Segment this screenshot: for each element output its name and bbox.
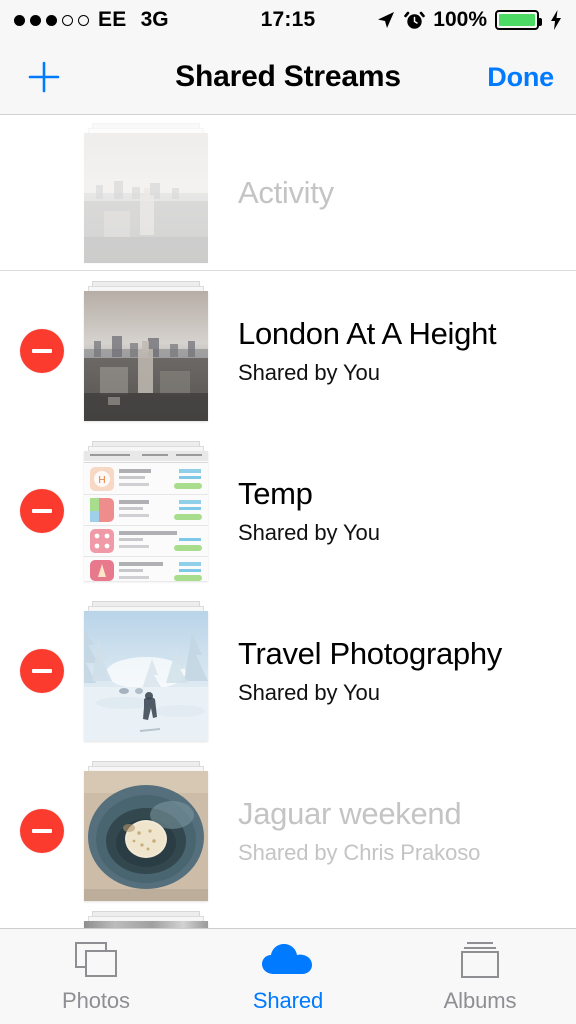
stream-thumbnail: H [84, 441, 208, 581]
list-item[interactable]: Activity [0, 116, 576, 271]
stream-thumbnail [84, 911, 208, 928]
status-bar-right: 100% [376, 8, 562, 32]
delete-stream-button[interactable] [20, 329, 64, 373]
stream-text-block: Activity [238, 175, 334, 212]
list-item[interactable]: H Temp Shared by You [0, 431, 576, 591]
svg-text:H: H [98, 475, 105, 486]
signal-strength-dots [14, 14, 89, 26]
battery-icon [495, 10, 542, 30]
stream-title: Jaguar weekend [238, 795, 462, 831]
cloud-icon [260, 939, 316, 981]
stream-subtitle: Shared by You [238, 360, 380, 386]
tab-photos[interactable]: Photos [0, 929, 192, 1024]
stream-title: Temp [238, 475, 313, 511]
alarm-clock-icon [404, 11, 426, 29]
signal-dot-1 [14, 14, 25, 26]
tab-albums-label: Albums [443, 988, 517, 1013]
list-item[interactable]: Travel Photography Shared by You [0, 591, 576, 751]
battery-percent-label: 100% [433, 8, 487, 31]
stream-thumbnail [84, 601, 208, 741]
stream-title: London At A Height [238, 315, 497, 351]
stream-thumbnail [84, 123, 208, 263]
list-item[interactable]: London At A Height Shared by You [0, 271, 576, 431]
tab-photos-label: Photos [62, 988, 130, 1013]
minus-icon [32, 829, 52, 833]
stream-text-block: Travel Photography Shared by You [238, 636, 502, 707]
albums-icon [457, 939, 503, 981]
signal-dot-3 [46, 14, 57, 26]
carrier-name: EE [98, 8, 127, 31]
status-bar-clock: 17:15 [260, 8, 316, 31]
tab-shared-label: Shared [252, 988, 324, 1013]
stream-thumbnail [84, 281, 208, 421]
delete-stream-button[interactable] [20, 649, 64, 693]
delete-stream-button[interactable] [20, 489, 64, 533]
stream-text-block: London At A Height Shared by You [238, 315, 497, 387]
delete-stream-button[interactable] [20, 809, 64, 853]
list-item[interactable] [0, 911, 576, 928]
plus-icon [28, 61, 60, 93]
stream-thumbnail [84, 761, 208, 901]
stream-title: Activity [238, 174, 334, 210]
signal-dot-4 [62, 14, 73, 26]
tab-bar: Photos Shared Albums [0, 928, 576, 1024]
thumbnail-image-city-skyline [84, 133, 208, 263]
stream-subtitle: Shared by You [238, 520, 380, 546]
stream-subtitle: Shared by You [238, 680, 380, 706]
minus-icon [32, 509, 52, 513]
stream-title: Travel Photography [238, 635, 502, 671]
status-bar-left: EE 3G [14, 8, 169, 32]
status-bar: EE 3G 17:15 100% [0, 0, 576, 40]
minus-icon [32, 669, 52, 673]
battery-fill [499, 14, 535, 26]
tab-albums[interactable]: Albums [384, 929, 576, 1024]
photos-stack-icon [73, 939, 119, 981]
thumbnail-image-blue-bowl [84, 771, 208, 901]
thumbnail-image-grey-photo [84, 921, 208, 928]
thumbnail-image-app-store-list: H [84, 451, 208, 581]
navigation-bar: Shared Streams Done [0, 40, 576, 115]
thumbnail-image-snow-landscape [84, 611, 208, 741]
add-stream-button[interactable] [22, 55, 66, 99]
lightning-bolt-icon [551, 10, 561, 30]
signal-dot-2 [30, 14, 41, 26]
stream-text-block: Jaguar weekend Shared by Chris Prakoso [238, 796, 480, 867]
network-type: 3G [140, 8, 169, 31]
thumbnail-image-city-skyline [84, 291, 208, 421]
minus-icon [32, 349, 52, 353]
location-arrow-icon [378, 12, 395, 28]
stream-text-block: Temp Shared by You [238, 476, 380, 547]
stream-subtitle: Shared by Chris Prakoso [238, 840, 481, 866]
done-button[interactable]: Done [487, 62, 554, 93]
list-item[interactable]: Jaguar weekend Shared by Chris Prakoso [0, 751, 576, 911]
tab-shared[interactable]: Shared [192, 929, 384, 1024]
shared-streams-list[interactable]: Activity London At A Height Shared by Yo… [0, 116, 576, 928]
signal-dot-5 [78, 14, 89, 26]
